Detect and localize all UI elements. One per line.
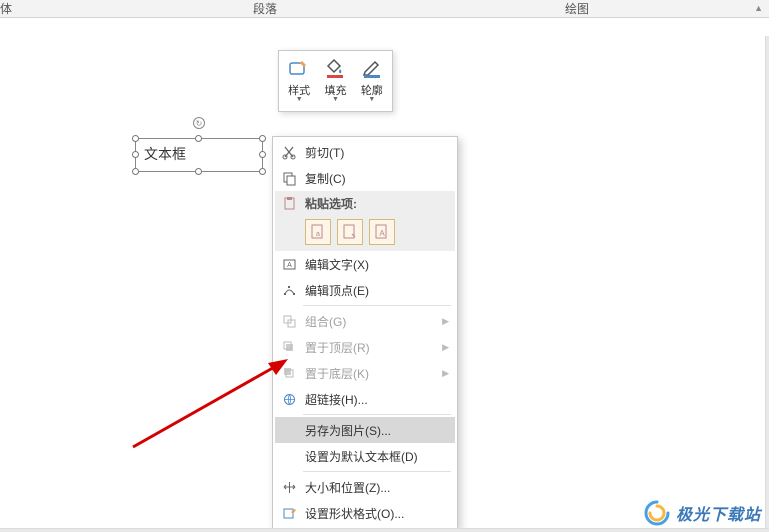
resize-handle[interactable] [132, 151, 139, 158]
resize-handle[interactable] [259, 168, 266, 175]
textbox-text: 文本框 [136, 139, 262, 169]
menu-save-as-picture[interactable]: 另存为图片(S)... [275, 417, 455, 443]
ribbon-group-drawing: 绘图 [565, 0, 589, 17]
menu-size-position-label: 大小和位置(Z)... [305, 479, 449, 496]
hyperlink-icon [279, 389, 299, 409]
watermark-text: 极光下载站 [676, 501, 761, 525]
paste-option-3[interactable]: A [369, 219, 395, 245]
style-icon [286, 55, 312, 81]
submenu-arrow-icon: ▶ [442, 342, 449, 353]
edit-points-icon [279, 280, 299, 300]
menu-hyperlink[interactable]: 超链接(H)... [275, 386, 455, 412]
ribbon-group-font: 体 [0, 0, 12, 17]
menu-set-default-textbox-label: 设置为默认文本框(D) [305, 448, 449, 465]
send-back-icon [279, 363, 299, 383]
watermark: 极光下载站 [644, 500, 761, 526]
bring-front-icon [279, 337, 299, 357]
menu-group-label: 组合(G) [305, 313, 442, 330]
resize-handle[interactable] [195, 168, 202, 175]
resize-handle[interactable] [132, 168, 139, 175]
outline-icon [359, 55, 385, 81]
menu-edit-text-label: 编辑文字(X) [305, 256, 449, 273]
menu-edit-points[interactable]: 编辑顶点(E) [275, 277, 455, 303]
fill-icon [322, 55, 348, 81]
menu-size-position[interactable]: 大小和位置(Z)... [275, 474, 455, 500]
svg-text:A: A [287, 262, 292, 269]
menu-cut-label: 剪切(T) [305, 144, 449, 161]
menu-edit-points-label: 编辑顶点(E) [305, 282, 449, 299]
resize-handle[interactable] [259, 135, 266, 142]
mini-outline-button[interactable]: 轮廓 ▼ [355, 55, 389, 109]
blank-icon [279, 420, 299, 440]
size-position-icon [279, 477, 299, 497]
blank-icon [279, 446, 299, 466]
resize-handle[interactable] [195, 135, 202, 142]
menu-paste-options: 粘贴选项: a A [275, 191, 455, 251]
chevron-down-icon: ▼ [368, 96, 375, 103]
group-icon [279, 311, 299, 331]
menu-bring-front: 置于顶层(R) ▶ [275, 334, 455, 360]
paste-icon [279, 193, 299, 213]
resize-handle[interactable] [259, 151, 266, 158]
resize-handle[interactable] [132, 135, 139, 142]
scrollbar-horizontal[interactable] [0, 528, 769, 532]
menu-separator [303, 305, 451, 306]
textbox-shape[interactable]: ↻ 文本框 [135, 138, 263, 172]
ribbon-group-paragraph: 段落 [253, 0, 277, 17]
menu-format-shape-label: 设置形状格式(O)... [305, 505, 449, 522]
mini-toolbar: 样式 ▼ 填充 ▼ 轮廓 ▼ [278, 50, 393, 112]
menu-set-default-textbox[interactable]: 设置为默认文本框(D) [275, 443, 455, 469]
annotation-arrow-icon [128, 355, 293, 453]
mini-style-button[interactable]: 样式 ▼ [282, 55, 316, 109]
svg-text:A: A [379, 229, 385, 238]
submenu-arrow-icon: ▶ [442, 368, 449, 379]
svg-text:a: a [316, 231, 320, 238]
menu-format-shape[interactable]: 设置形状格式(O)... [275, 500, 455, 526]
copy-icon [279, 168, 299, 188]
mini-fill-button[interactable]: 填充 ▼ [318, 55, 352, 109]
menu-send-back-label: 置于底层(K) [305, 365, 442, 382]
paste-option-1[interactable]: a [305, 219, 331, 245]
ribbon-expand-icon[interactable]: ▲ [754, 3, 763, 13]
format-shape-icon [279, 503, 299, 523]
paste-option-2[interactable] [337, 219, 363, 245]
scrollbar-vertical[interactable] [765, 36, 769, 532]
menu-paste-label: 粘贴选项: [305, 195, 357, 212]
menu-separator [303, 414, 451, 415]
menu-save-as-picture-label: 另存为图片(S)... [305, 422, 449, 439]
menu-group: 组合(G) ▶ [275, 308, 455, 334]
menu-edit-text[interactable]: A 编辑文字(X) [275, 251, 455, 277]
edit-text-icon: A [279, 254, 299, 274]
watermark-logo-icon [644, 500, 670, 526]
chevron-down-icon: ▼ [296, 96, 303, 103]
menu-copy-label: 复制(C) [305, 170, 449, 187]
context-menu: 剪切(T) 复制(C) 粘贴选项: a A A 编辑文字(X) 编辑顶点(E) [272, 136, 458, 529]
menu-bring-front-label: 置于顶层(R) [305, 339, 442, 356]
chevron-down-icon: ▼ [332, 96, 339, 103]
menu-hyperlink-label: 超链接(H)... [305, 391, 449, 408]
menu-cut[interactable]: 剪切(T) [275, 139, 455, 165]
submenu-arrow-icon: ▶ [442, 316, 449, 327]
menu-send-back: 置于底层(K) ▶ [275, 360, 455, 386]
menu-separator [303, 471, 451, 472]
menu-copy[interactable]: 复制(C) [275, 165, 455, 191]
cut-icon [279, 142, 299, 162]
rotate-handle-icon[interactable]: ↻ [193, 117, 205, 129]
